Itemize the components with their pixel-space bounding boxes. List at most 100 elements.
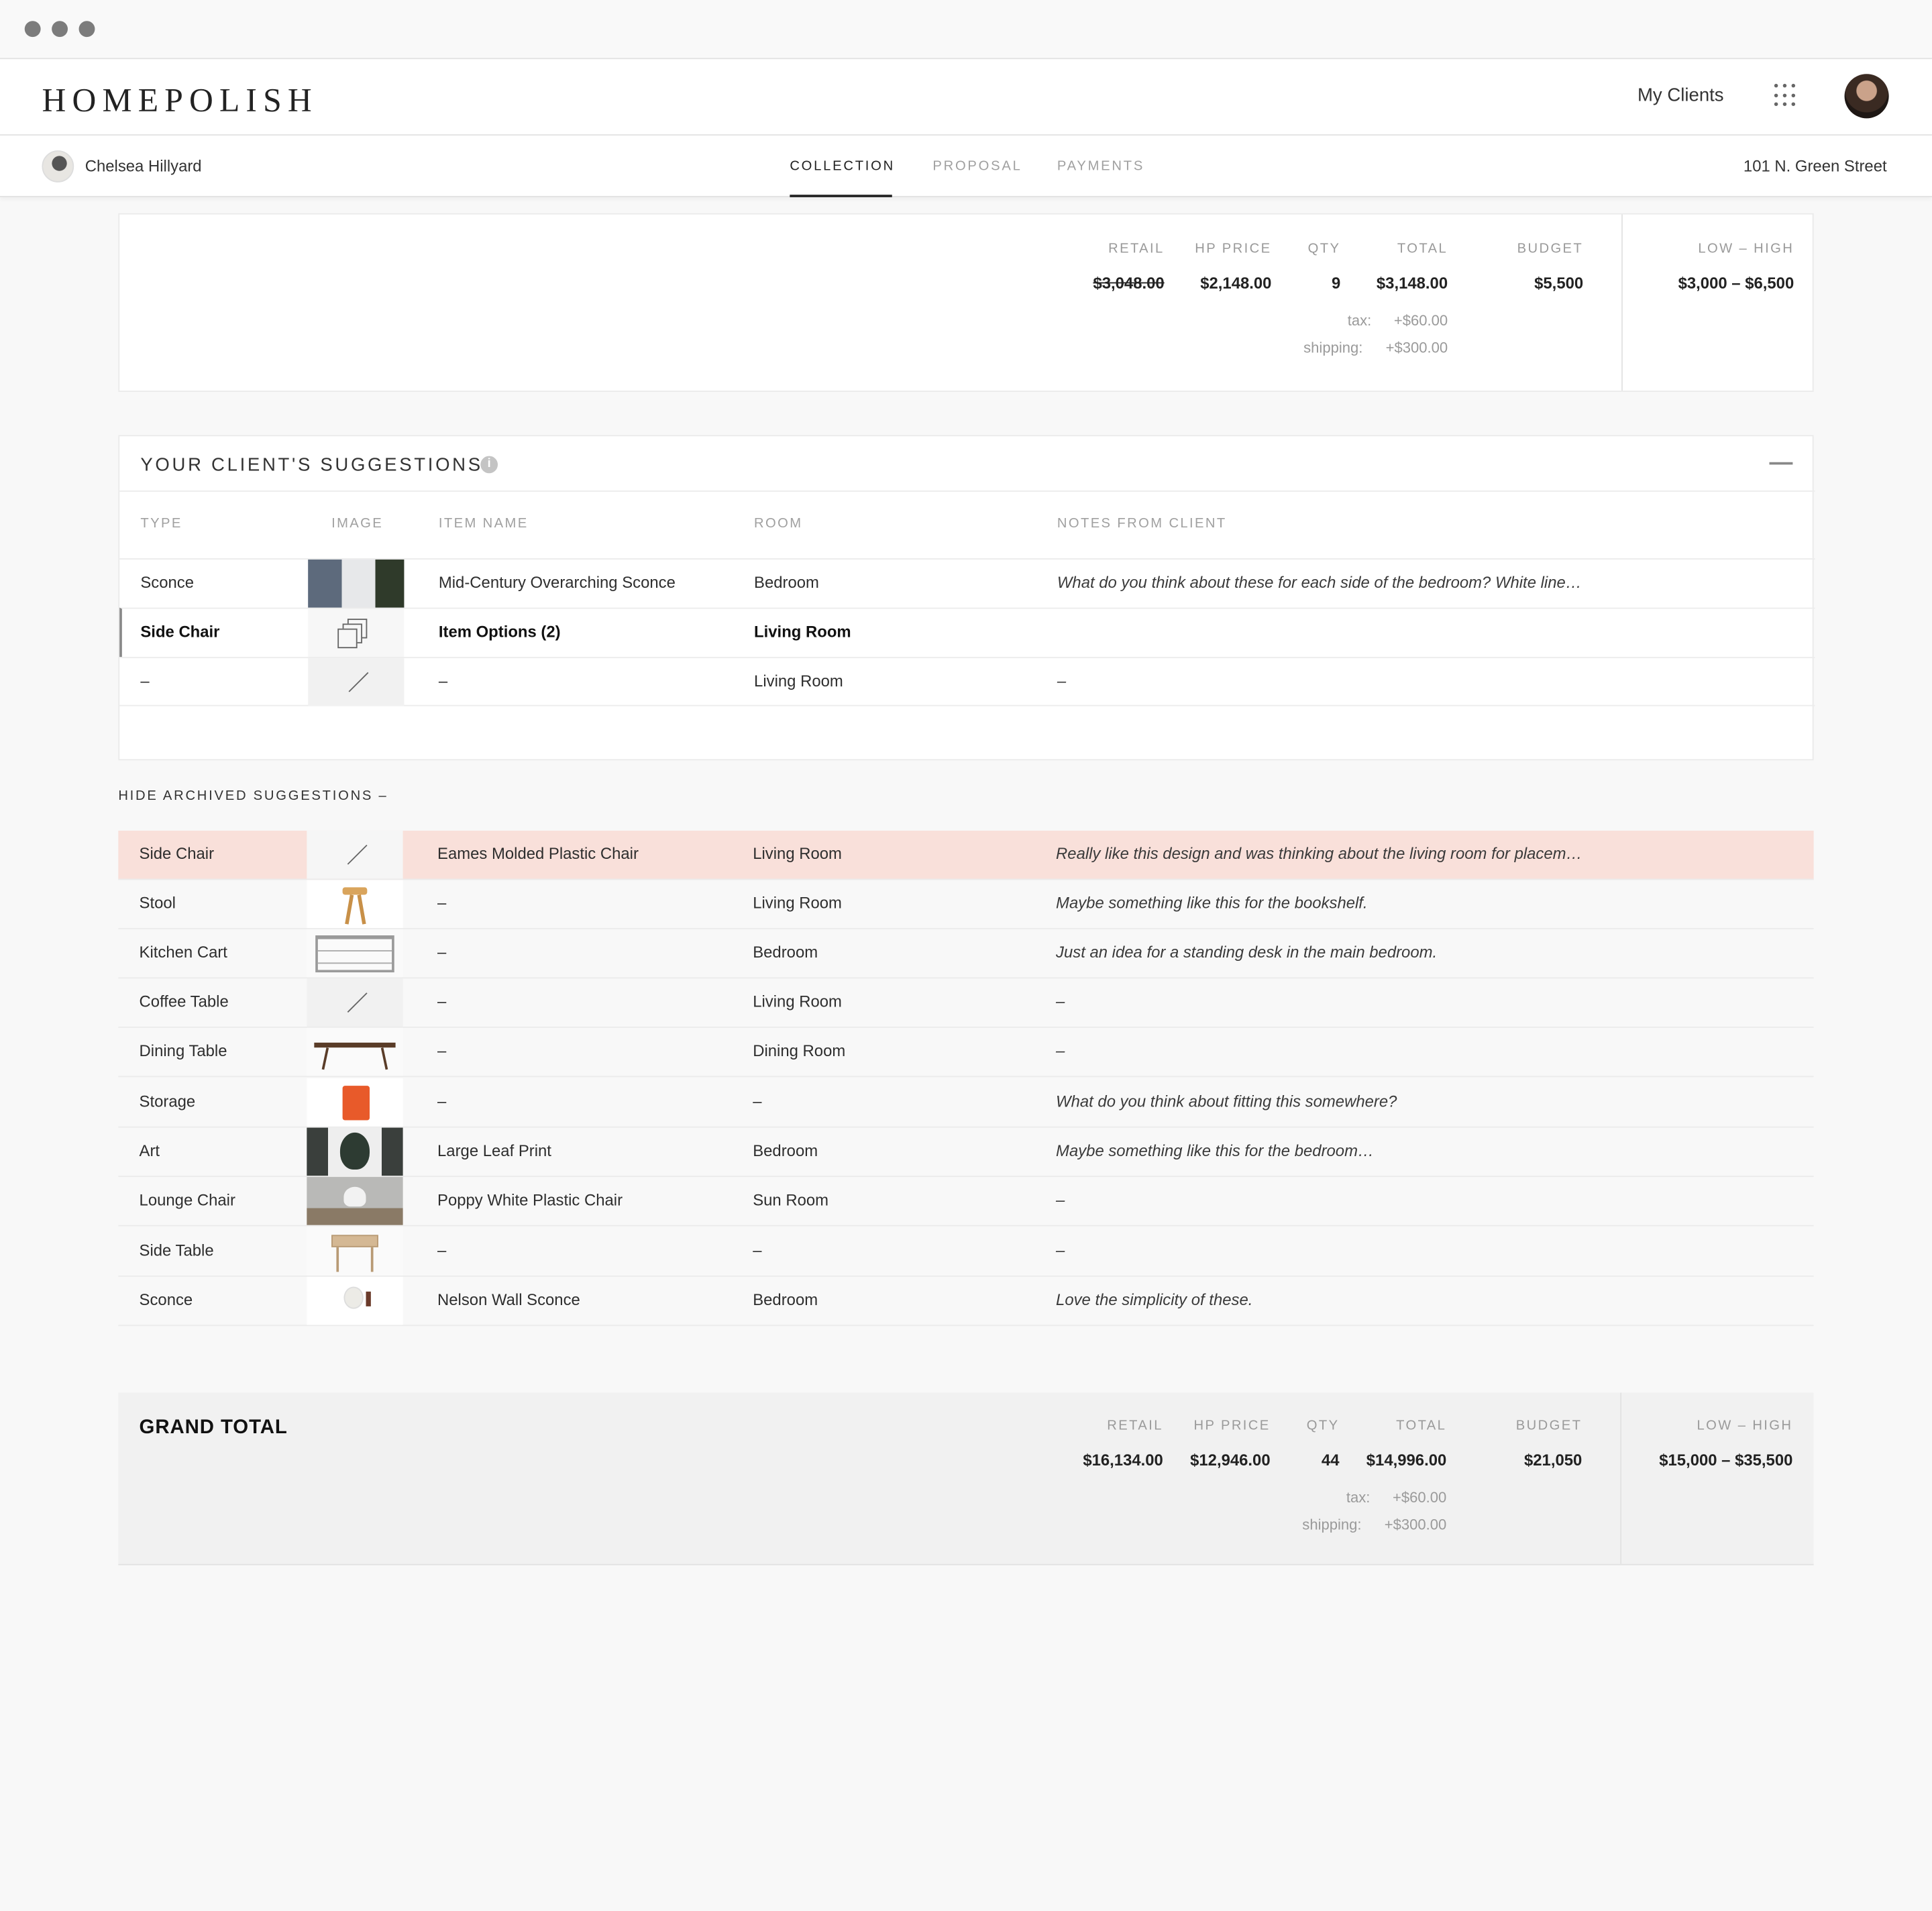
table-row[interactable]: – – Living Room – xyxy=(119,656,1815,707)
notes-cell: Love the simplicity of these. xyxy=(1056,1290,1253,1309)
room-cell: Bedroom xyxy=(753,1141,818,1160)
hide-archived-toggle[interactable]: HIDE ARCHIVED SUGGESTIONS – xyxy=(118,788,388,803)
archived-row[interactable]: Storage – – What do you think about fitt… xyxy=(118,1078,1814,1128)
grand-total-card: GRAND TOTAL RETAIL HP PRICE QTY TOTAL BU… xyxy=(118,1392,1814,1565)
archived-row[interactable]: Kitchen Cart – Bedroom Just an idea for … xyxy=(118,929,1814,979)
room-cell: Living Room xyxy=(754,622,851,641)
retail-label: RETAIL xyxy=(1108,241,1165,257)
notes-cell: What do you think about these for each s… xyxy=(1057,573,1582,592)
dining-table-photo xyxy=(307,1027,403,1076)
info-icon[interactable]: i xyxy=(480,456,498,474)
lounge-chair-photo xyxy=(307,1177,403,1225)
client-name[interactable]: Chelsea Hillyard xyxy=(85,156,202,175)
notes-cell: Maybe something like this for the bedroo… xyxy=(1056,1141,1374,1160)
room-cell: Bedroom xyxy=(753,943,818,962)
qty-label: QTY xyxy=(1306,1418,1340,1434)
item-name-cell: Poppy White Plastic Chair xyxy=(437,1190,623,1209)
type-cell: Lounge Chair xyxy=(139,1190,235,1209)
homepolish-logo[interactable]: HOMEPOLISH xyxy=(42,81,317,119)
item-name-cell: – xyxy=(437,1241,447,1260)
type-cell: Side Chair xyxy=(139,844,215,863)
app-root: HOMEPOLISH My Clients Chelsea Hillyard C… xyxy=(0,0,1932,1911)
user-avatar[interactable] xyxy=(1844,74,1889,119)
room-cell: – xyxy=(753,1092,762,1111)
type-cell: Sconce xyxy=(140,573,195,592)
archived-row[interactable]: Dining Table – Dining Room – xyxy=(118,1027,1814,1078)
tax-value: +$60.00 xyxy=(1393,311,1448,329)
archived-row[interactable]: Sconce Nelson Wall Sconce Bedroom Love t… xyxy=(118,1276,1814,1327)
item-name-cell: – xyxy=(437,893,447,913)
col-room: ROOM xyxy=(754,516,803,531)
sconce-photo xyxy=(308,559,405,608)
stool-photo xyxy=(307,880,403,929)
storage-photo xyxy=(307,1078,403,1127)
collapse-icon[interactable] xyxy=(1769,462,1793,465)
archived-row[interactable]: Lounge Chair Poppy White Plastic Chair S… xyxy=(118,1177,1814,1227)
type-cell: Stool xyxy=(139,893,176,913)
shipping-value: +$300.00 xyxy=(1385,339,1448,356)
room-cell: Living Room xyxy=(753,844,842,863)
room-cell: Bedroom xyxy=(753,1290,818,1309)
retail-value: $3,048.00 xyxy=(1093,273,1165,293)
type-cell: Side Table xyxy=(139,1241,214,1260)
archived-row[interactable]: Stool – Living Room Maybe something like… xyxy=(118,880,1814,929)
item-name-cell: – xyxy=(437,1041,447,1060)
col-item-name: ITEM NAME xyxy=(438,516,529,531)
tab-proposal[interactable]: PROPOSAL xyxy=(932,159,1022,174)
low-high-label: LOW – HIGH xyxy=(1698,241,1794,257)
suggestions-title: YOUR CLIENT'S SUGGESTIONS xyxy=(140,454,483,476)
grand-total-divider xyxy=(1620,1392,1622,1564)
client-avatar xyxy=(42,150,74,183)
room-summary-card: RETAIL HP PRICE QTY TOTAL BUDGET LOW – H… xyxy=(118,213,1814,393)
archived-row[interactable]: Side Table – – – xyxy=(118,1227,1814,1277)
leaf-print-photo xyxy=(307,1127,403,1176)
window-close-button[interactable] xyxy=(24,21,41,38)
notes-cell: – xyxy=(1056,1241,1065,1260)
table-row[interactable]: Sconce Mid-Century Overarching Sconce Be… xyxy=(119,558,1815,608)
window-minimize-button[interactable] xyxy=(52,21,68,38)
shipping-label: shipping: xyxy=(1303,339,1363,356)
archived-row[interactable]: Coffee Table – Living Room – xyxy=(118,978,1814,1028)
apps-grid-icon[interactable] xyxy=(1774,83,1799,109)
archived-row[interactable]: Side Chair Eames Molded Plastic Chair Li… xyxy=(118,830,1814,880)
tab-payments[interactable]: PAYMENTS xyxy=(1057,159,1144,174)
notes-cell: – xyxy=(1056,1190,1065,1209)
side-table-photo xyxy=(307,1227,403,1276)
total-value: $3,148.00 xyxy=(1376,273,1448,293)
client-subnav: Chelsea Hillyard COLLECTION PROPOSAL PAY… xyxy=(0,136,1932,197)
col-image: IMAGE xyxy=(331,516,384,531)
low-high-value: $3,000 – $6,500 xyxy=(1678,273,1794,293)
wall-sconce-photo xyxy=(307,1276,403,1325)
no-image-icon xyxy=(308,658,405,707)
tab-collection[interactable]: COLLECTION xyxy=(790,159,895,174)
item-name-cell: Mid-Century Overarching Sconce xyxy=(438,573,676,592)
item-name-cell[interactable]: Item Options (2) xyxy=(439,623,561,641)
shipping-label: shipping: xyxy=(1302,1516,1362,1533)
app-header: HOMEPOLISH My Clients xyxy=(0,59,1932,136)
item-options-icon[interactable] xyxy=(308,609,405,657)
type-cell: Storage xyxy=(139,1092,196,1111)
room-cell: Living Room xyxy=(754,672,843,690)
type-cell: Coffee Table xyxy=(139,992,229,1011)
grand-total-title: GRAND TOTAL xyxy=(139,1417,288,1439)
retail-label: RETAIL xyxy=(1107,1418,1163,1434)
notes-cell: Maybe something like this for the booksh… xyxy=(1056,893,1368,913)
type-cell: Side Chair xyxy=(140,622,220,641)
type-cell: – xyxy=(140,672,150,690)
table-row[interactable]: Side Chair Item Options (2) Living Room xyxy=(119,607,1815,657)
item-name-cell: Nelson Wall Sconce xyxy=(437,1290,580,1309)
qty-label: QTY xyxy=(1307,241,1341,257)
notes-cell: Just an idea for a standing desk in the … xyxy=(1056,943,1438,962)
no-image-icon xyxy=(307,830,403,879)
item-name-cell: Large Leaf Print xyxy=(437,1141,551,1160)
window-maximize-button[interactable] xyxy=(78,21,95,38)
type-cell: Kitchen Cart xyxy=(139,943,227,962)
room-cell: – xyxy=(753,1241,762,1260)
my-clients-link[interactable]: My Clients xyxy=(1638,85,1724,106)
budget-label: BUDGET xyxy=(1517,241,1584,257)
tax-label: tax: xyxy=(1347,311,1372,329)
hp-price-label: HP PRICE xyxy=(1195,241,1272,257)
archived-row[interactable]: Art Large Leaf Print Bedroom Maybe somet… xyxy=(118,1127,1814,1178)
col-type: TYPE xyxy=(140,516,182,531)
low-high-label: LOW – HIGH xyxy=(1697,1418,1793,1434)
